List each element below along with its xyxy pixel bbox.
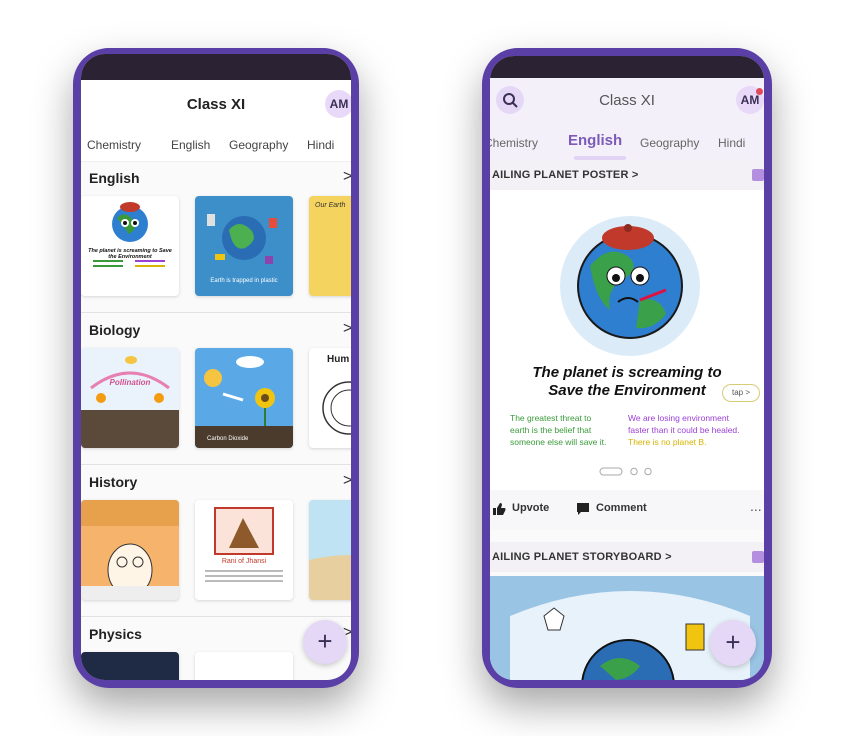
tab-english[interactable]: English	[171, 138, 210, 152]
upvote-button[interactable]: Upvote	[512, 502, 549, 514]
add-to-collection-icon[interactable]	[752, 551, 764, 563]
post-header[interactable]: AILING PLANET POSTER >	[490, 160, 764, 190]
section-arrow[interactable]: >	[343, 472, 351, 490]
poster-right-text: We are losing environment faster than it…	[628, 413, 740, 447]
divider	[81, 616, 351, 617]
tab-chemistry[interactable]: Chemistry	[87, 138, 141, 152]
poster-headline-1: The planet is screaming to	[532, 364, 722, 381]
poster-image[interactable]: The planet is screaming to Save the Envi…	[490, 190, 764, 490]
status-bar	[490, 56, 764, 78]
card-earth-plastic[interactable]: Earth is trapped in plastic	[195, 196, 293, 296]
card-thumbnail	[205, 507, 283, 582]
page-title: Class XI	[186, 96, 246, 113]
add-to-collection-icon[interactable]	[752, 169, 764, 181]
more-options-icon[interactable]: ...	[750, 498, 762, 514]
poster-left-text: The greatest threat to earth is the beli…	[510, 413, 607, 447]
tab-geography[interactable]: Geography	[229, 138, 288, 152]
app-header: Class XI AM	[490, 78, 764, 124]
section-title: Biology	[89, 322, 141, 338]
tab-geography[interactable]: Geography	[640, 136, 699, 150]
card-thumbnail	[309, 555, 351, 600]
card-thumbnail	[195, 356, 293, 448]
section-title: History	[89, 474, 138, 490]
section-title: English	[89, 170, 140, 186]
carousel-dots	[490, 464, 764, 476]
post-actions: Upvote Comment ...	[490, 490, 764, 530]
card-caption: Carbon Dioxide	[207, 436, 249, 442]
card-physics-1[interactable]	[81, 652, 179, 680]
section-history: History > Rani of Jhansi	[81, 466, 351, 616]
post-title: AILING PLANET STORYBOARD >	[492, 551, 672, 563]
card-pollination[interactable]: Pollination	[81, 348, 179, 448]
card-human[interactable]: Hum	[309, 348, 351, 448]
card-caption: Earth is trapped in plastic	[210, 278, 278, 284]
divider	[81, 312, 351, 313]
phone-frame-right: Class XI AM Chemistry English Geography …	[482, 48, 772, 688]
card-caption: Our Earth	[315, 202, 346, 209]
post-header[interactable]: AILING PLANET STORYBOARD >	[490, 542, 764, 572]
section-title: Physics	[89, 626, 142, 642]
section-biology: Biology > Pollination Carbon Dioxide Hum	[81, 314, 351, 464]
section-english: English > The planet is screaming to Sav…	[81, 162, 351, 312]
add-button[interactable]: +	[303, 620, 347, 664]
card-caption: Rani of Jhansi	[221, 558, 267, 565]
card-gandhi[interactable]	[81, 500, 179, 600]
app-screen-right: Class XI AM Chemistry English Geography …	[490, 56, 764, 680]
section-arrow[interactable]: >	[343, 320, 351, 338]
card-thumbnail	[93, 202, 165, 267]
status-bar	[81, 54, 351, 80]
tap-hint[interactable]: tap >	[722, 384, 760, 402]
phone-frame-left: Class XI AM Chemistry English Geography …	[73, 48, 359, 688]
tab-hindi[interactable]: Hindi	[307, 138, 334, 152]
tab-hindi[interactable]: Hindi	[718, 136, 745, 150]
notification-dot	[756, 88, 763, 95]
card-caption: The planet is screaming to Save the Envi…	[88, 248, 172, 260]
section-arrow[interactable]: >	[343, 168, 351, 186]
subject-tabs: Chemistry English Geography Hindi	[490, 124, 764, 160]
card-screaming-planet[interactable]: The planet is screaming to Save the Envi…	[81, 196, 179, 296]
card-beach[interactable]	[309, 500, 351, 600]
card-rani-of-jhansi[interactable]: Rani of Jhansi	[195, 500, 293, 600]
thumbs-up-icon[interactable]	[492, 502, 506, 516]
comment-icon[interactable]	[576, 502, 590, 516]
card-caption: Pollination	[109, 378, 151, 387]
add-button[interactable]: +	[710, 620, 756, 666]
card-physics-2[interactable]	[195, 652, 293, 680]
divider	[81, 464, 351, 465]
page-title: Class XI	[599, 92, 655, 109]
pagination-indicator	[599, 467, 652, 476]
card-thumbnail	[81, 356, 179, 448]
app-screen-left: Class XI AM Chemistry English Geography …	[81, 54, 351, 680]
subject-tabs: Chemistry English Geography Hindi	[81, 128, 351, 162]
comment-button[interactable]: Comment	[596, 502, 647, 514]
app-header: Class XI AM	[81, 80, 351, 128]
card-carbon-dioxide[interactable]: Carbon Dioxide	[195, 348, 293, 448]
tab-chemistry[interactable]: Chemistry	[490, 136, 538, 150]
avatar[interactable]: AM	[325, 90, 351, 118]
post-title: AILING PLANET POSTER >	[492, 169, 639, 181]
card-our-earth[interactable]: Our Earth	[309, 196, 351, 296]
card-thumbnail	[81, 500, 179, 600]
card-caption: Hum	[327, 354, 350, 365]
tab-english[interactable]: English	[568, 132, 622, 149]
